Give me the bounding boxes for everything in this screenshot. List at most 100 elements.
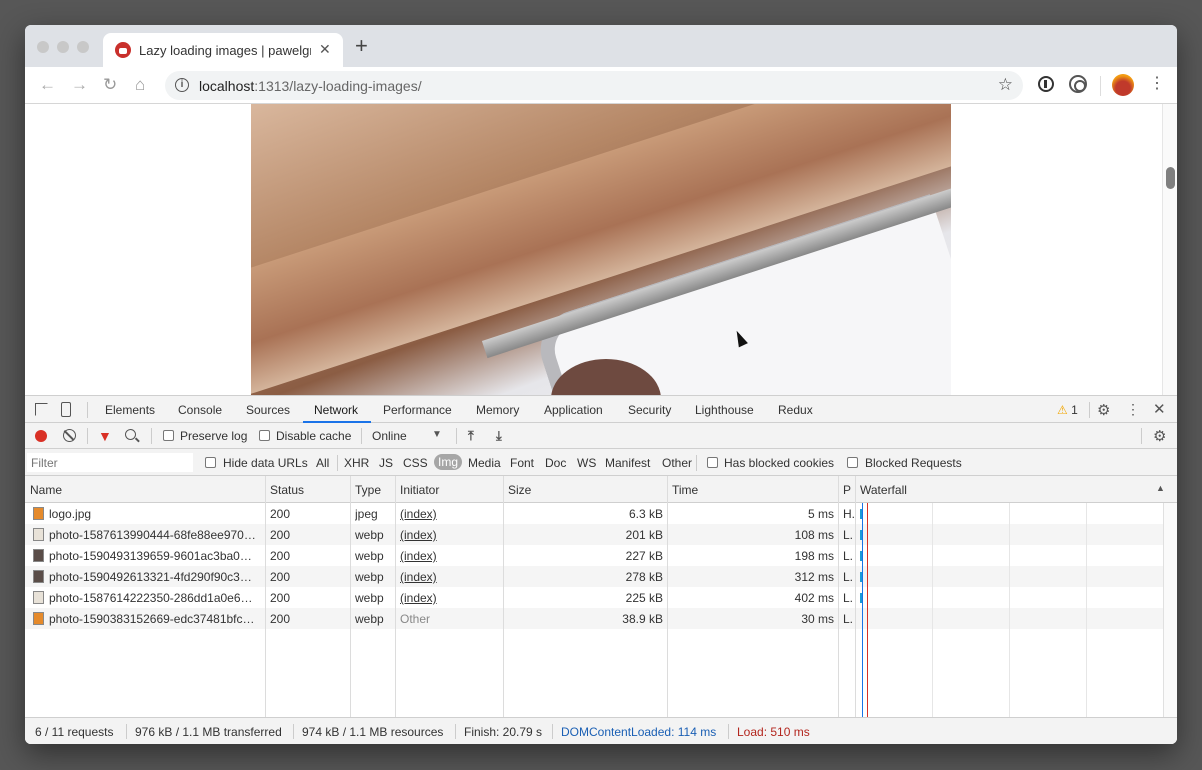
close-devtools-icon[interactable]: ✕ (1153, 400, 1166, 418)
devtools-tab-bar: Elements Console Sources Network Perform… (25, 396, 1177, 423)
network-settings-gear-icon[interactable]: ⚙ (1153, 427, 1166, 445)
minimize-window-button[interactable] (57, 41, 69, 53)
tab-performance[interactable]: Performance (383, 403, 452, 417)
home-icon[interactable]: ⌂ (135, 76, 145, 94)
transferred-size: 976 kB / 1.1 MB transferred (135, 725, 282, 739)
extension-icon[interactable] (1069, 75, 1087, 93)
preserve-log-label: Preserve log (180, 429, 248, 443)
tab-close-icon[interactable]: ✕ (319, 41, 331, 58)
filter-icon[interactable]: ▼ (98, 428, 112, 444)
column-name[interactable]: Name (30, 483, 62, 497)
chevron-down-icon[interactable]: ▼ (432, 429, 442, 440)
reload-icon[interactable]: ↻ (103, 76, 117, 94)
tab-security[interactable]: Security (628, 403, 671, 417)
table-row[interactable]: photo-1590493139659-9601ac3ba0… 200 webp (i… (25, 545, 1163, 566)
table-row[interactable]: photo-1590492613321-4fd290f90c3… 200 webp (… (25, 566, 1163, 587)
column-status[interactable]: Status (270, 483, 304, 497)
table-row[interactable]: photo-1587614222350-286dd1a0e6… 200 webp (i… (25, 587, 1163, 608)
filter-input[interactable] (27, 453, 193, 472)
password-extension-icon[interactable] (1038, 76, 1054, 92)
page-scrollbar[interactable] (1162, 104, 1177, 395)
search-icon[interactable] (125, 429, 136, 440)
tab-sources[interactable]: Sources (246, 403, 290, 417)
throttling-select[interactable]: Online (372, 429, 407, 443)
forward-icon[interactable]: → (71, 76, 88, 94)
request-initiator[interactable]: (index) (400, 507, 500, 521)
page-scrollbar-thumb[interactable] (1166, 167, 1175, 189)
column-waterfall[interactable]: Waterfall (860, 483, 907, 497)
filter-type-xhr[interactable]: XHR (344, 456, 369, 470)
favicon-icon (115, 42, 131, 58)
export-har-icon[interactable]: ⤓ (496, 428, 502, 444)
image-file-icon (33, 570, 44, 583)
import-har-icon[interactable]: ⤒ (468, 428, 474, 444)
table-row[interactable]: photo-1587613990444-68fe88ee970… 200 webp (… (25, 524, 1163, 545)
request-priority: L. (843, 528, 854, 542)
table-scrollbar[interactable] (1163, 503, 1177, 717)
profile-avatar[interactable] (1112, 74, 1134, 96)
request-priority: L. (843, 549, 854, 563)
tab-redux[interactable]: Redux (778, 403, 813, 417)
filter-type-doc[interactable]: Doc (545, 456, 566, 470)
filter-type-other[interactable]: Other (662, 456, 692, 470)
close-window-button[interactable] (37, 41, 49, 53)
new-tab-button[interactable]: + (355, 35, 368, 57)
tab-network[interactable]: Network (314, 403, 358, 417)
filter-type-css[interactable]: CSS (403, 456, 428, 470)
filter-type-img[interactable]: Img (434, 454, 463, 470)
filter-type-js[interactable]: JS (379, 456, 393, 470)
request-status: 200 (270, 570, 291, 584)
column-time[interactable]: Time (672, 483, 698, 497)
has-blocked-cookies-checkbox[interactable] (707, 457, 718, 468)
tab-console[interactable]: Console (178, 403, 222, 417)
filter-type-font[interactable]: Font (510, 456, 534, 470)
request-type: webp (355, 570, 384, 584)
hide-data-urls-checkbox[interactable] (205, 457, 216, 468)
request-type: webp (355, 591, 384, 605)
filter-type-all[interactable]: All (316, 456, 329, 470)
filter-type-manifest[interactable]: Manifest (605, 456, 650, 470)
request-initiator[interactable]: (index) (400, 528, 500, 542)
filter-type-ws[interactable]: WS (577, 456, 596, 470)
column-initiator[interactable]: Initiator (400, 483, 439, 497)
network-status-bar: 6 / 11 requests 976 kB / 1.1 MB transfer… (25, 717, 1177, 744)
tab-elements[interactable]: Elements (105, 403, 155, 417)
back-icon[interactable]: ← (39, 76, 56, 94)
request-status: 200 (270, 591, 291, 605)
lazy-loaded-photo (251, 104, 951, 395)
tab-lighthouse[interactable]: Lighthouse (695, 403, 754, 417)
blocked-requests-checkbox[interactable] (847, 457, 858, 468)
browser-menu-icon[interactable]: ⋮ (1149, 75, 1165, 93)
browser-tab[interactable]: Lazy loading images | pawelgrzybek.com ✕ (103, 33, 343, 67)
maximize-window-button[interactable] (77, 41, 89, 53)
request-initiator[interactable]: (index) (400, 549, 500, 563)
column-type[interactable]: Type (355, 483, 381, 497)
column-size[interactable]: Size (508, 483, 531, 497)
browser-window: Lazy loading images | pawelgrzybek.com ✕… (25, 25, 1177, 744)
url-text[interactable]: localhost:1313/lazy-loading-images/ (199, 78, 422, 94)
clear-icon[interactable] (63, 429, 76, 442)
preserve-log-checkbox[interactable] (163, 430, 174, 441)
request-initiator[interactable]: (index) (400, 591, 500, 605)
settings-gear-icon[interactable]: ⚙ (1097, 401, 1110, 419)
sort-ascending-icon[interactable]: ▲ (1156, 483, 1165, 493)
tab-memory[interactable]: Memory (476, 403, 519, 417)
disable-cache-checkbox[interactable] (259, 430, 270, 441)
request-name: photo-1590493139659-9601ac3ba0… (49, 549, 252, 563)
table-row[interactable]: logo.jpg 200 jpeg (index) 6.3 kB 5 ms H. (25, 503, 1163, 524)
filter-type-media[interactable]: Media (468, 456, 501, 470)
column-priority[interactable]: P (843, 483, 851, 497)
bookmark-star-icon[interactable]: ☆ (998, 75, 1013, 95)
record-icon[interactable] (35, 430, 47, 442)
warnings-counter[interactable]: ⚠ 1 (1057, 403, 1078, 417)
address-bar[interactable]: i localhost:1313/lazy-loading-images/ ☆ (165, 71, 1023, 100)
inspect-element-icon[interactable] (35, 403, 48, 416)
request-initiator[interactable]: (index) (400, 570, 500, 584)
image-file-icon (33, 591, 44, 604)
tab-application[interactable]: Application (544, 403, 603, 417)
device-toolbar-icon[interactable] (61, 402, 71, 417)
request-time: 108 ms (794, 528, 834, 542)
table-row[interactable]: photo-1590383152669-edc37481bfc… 200 webp O… (25, 608, 1176, 629)
more-options-icon[interactable]: ⋮ (1126, 401, 1140, 418)
site-info-icon[interactable]: i (175, 78, 189, 92)
